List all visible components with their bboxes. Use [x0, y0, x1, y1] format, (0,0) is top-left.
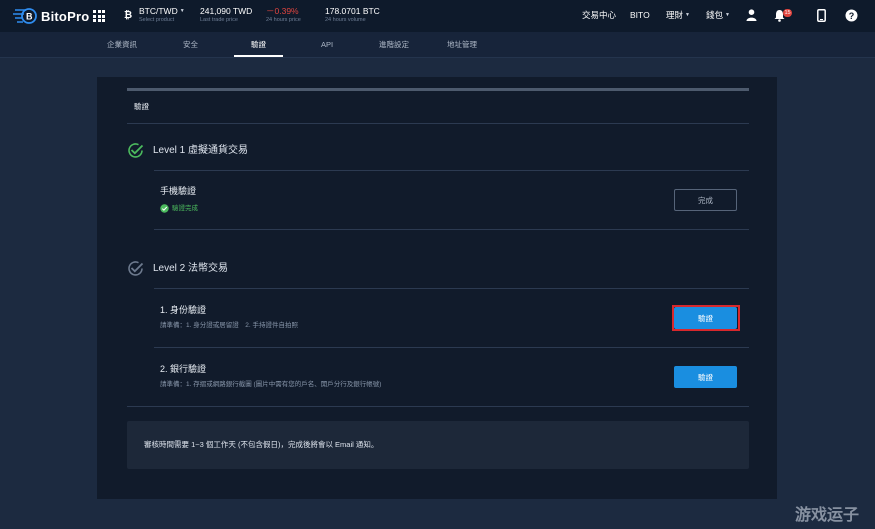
- user-icon[interactable]: [746, 9, 757, 21]
- identity-verification-title: 1. 身份驗證: [160, 305, 207, 315]
- volume: 178.0701 BTC 24 hours volume: [325, 7, 380, 23]
- identity-verification-desc: 請準備：1. 身分證或居留證 2. 手持證件自拍照: [160, 322, 298, 329]
- last-price: 241,090 TWD Last trade price: [200, 7, 252, 23]
- svg-text:B: B: [26, 12, 33, 22]
- watermark: 游戏运子: [795, 507, 860, 524]
- review-notice-text: 審核時間需要 1~3 個工作天 (不包含假日)，完成後將會以 Email 通知。: [144, 440, 379, 449]
- phone-verification-title: 手機驗證: [160, 186, 197, 196]
- divider: [127, 123, 749, 124]
- nav-trading-center[interactable]: 交易中心: [582, 11, 616, 20]
- caret-down-icon: ▼: [725, 12, 730, 18]
- phone-verification-status: 驗證完成: [172, 205, 198, 212]
- volume-value: 178.0701 BTC: [325, 6, 380, 16]
- top-navbar: B BitoPro ₿ BTC/TWD ▼ Select product 241,…: [0, 0, 875, 32]
- apps-grid-icon[interactable]: [93, 10, 105, 22]
- level2-check-icon: [128, 261, 144, 276]
- tab-api[interactable]: API: [321, 41, 333, 49]
- nav-bito[interactable]: BITO: [630, 11, 650, 20]
- tab-security[interactable]: 安全: [183, 41, 198, 49]
- active-tab-indicator: [234, 55, 283, 57]
- nav-wallet[interactable]: 錢包 ▼: [706, 11, 730, 20]
- pair-label: Select product: [139, 16, 175, 23]
- level2-title: Level 2 法幣交易: [153, 263, 229, 274]
- price-change-value: －0.39%: [266, 6, 299, 16]
- tab-company-info[interactable]: 企業資訊: [107, 41, 137, 49]
- panel-top-divider: [127, 88, 749, 91]
- bitcoin-icon: ₿: [124, 10, 133, 21]
- divider: [127, 406, 749, 407]
- tab-advanced-settings[interactable]: 進階設定: [379, 41, 409, 49]
- divider: [154, 347, 749, 348]
- pair-selector[interactable]: BTC/TWD ▼ Select product: [139, 7, 185, 23]
- level1-title: Level 1 虛擬通貨交易: [153, 145, 249, 156]
- bank-verification-desc: 請準備：1. 存摺或網路銀行截圖 (圖片中需有您的戶名、開戶分行及銀行帳號): [160, 381, 382, 388]
- last-price-label: Last trade price: [200, 16, 238, 23]
- last-price-value: 241,090 TWD: [200, 6, 253, 16]
- price-change-label: 24 hours price: [266, 16, 301, 23]
- bank-verification-title: 2. 銀行驗證: [160, 364, 207, 374]
- pair-value: BTC/TWD: [139, 6, 178, 16]
- phone-verification-done-button[interactable]: 完成: [674, 189, 737, 211]
- bitopro-logo[interactable]: B BitoPro: [12, 7, 89, 25]
- tab-verification[interactable]: 驗證: [251, 41, 266, 49]
- divider: [154, 288, 749, 289]
- identity-verify-button[interactable]: 驗證: [674, 307, 737, 329]
- panel-title: 驗證: [134, 102, 149, 111]
- help-icon[interactable]: ?: [845, 9, 858, 22]
- nav-wallet-label: 錢包: [706, 10, 724, 20]
- review-notice: 審核時間需要 1~3 個工作天 (不包含假日)，完成後將會以 Email 通知。: [127, 421, 749, 469]
- divider: [154, 170, 749, 171]
- volume-label: 24 hours volume: [325, 16, 366, 23]
- divider: [154, 229, 749, 230]
- caret-down-icon: ▼: [685, 12, 690, 18]
- nav-finance-label: 理財: [666, 10, 684, 20]
- level1-check-icon: [128, 143, 144, 158]
- price-change: －0.39% 24 hours price: [266, 7, 301, 23]
- logo-text: BitoPro: [41, 8, 90, 24]
- caret-down-icon: ▼: [179, 8, 185, 14]
- bitopro-logo-icon: B: [13, 8, 37, 24]
- bank-verify-button[interactable]: 驗證: [674, 366, 737, 388]
- account-tabs: 企業資訊 安全 驗證 API 進階設定 地址管理: [0, 32, 875, 58]
- notification-badge: 15: [783, 9, 792, 17]
- svg-text:?: ?: [849, 11, 855, 21]
- mobile-icon[interactable]: [817, 9, 826, 22]
- tab-address-management[interactable]: 地址管理: [447, 41, 477, 49]
- verified-check-icon: [160, 204, 169, 213]
- nav-finance[interactable]: 理財 ▼: [666, 11, 690, 20]
